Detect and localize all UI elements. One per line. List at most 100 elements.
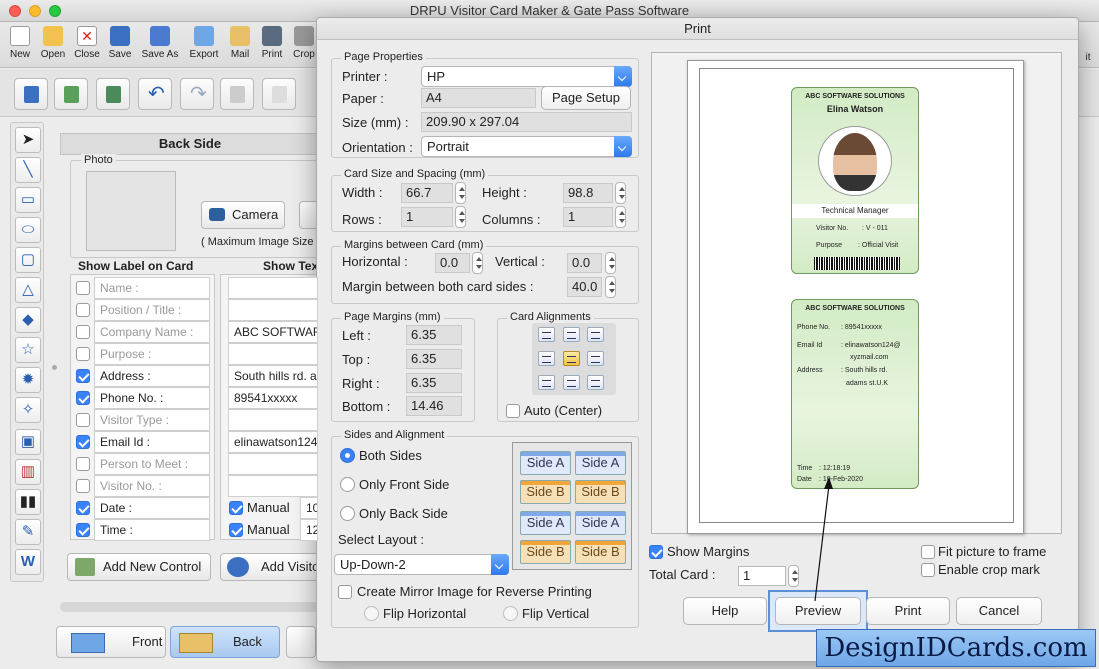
show-label-checkbox[interactable] xyxy=(76,281,90,295)
copy-button[interactable] xyxy=(262,78,296,110)
close-button[interactable]: ✕ Close xyxy=(72,24,102,60)
only-front-radio[interactable] xyxy=(340,477,355,492)
crop-button[interactable]: Crop xyxy=(290,24,318,60)
only-back-radio[interactable] xyxy=(340,506,355,521)
minimize-window-button[interactable] xyxy=(29,5,41,17)
burst-tool[interactable]: ✹ xyxy=(15,367,41,393)
total-card-stepper[interactable] xyxy=(788,565,799,587)
label-text-field[interactable]: Person to Meet : xyxy=(94,453,210,475)
manual-value-field[interactable]: 10 xyxy=(300,497,318,519)
columns-field[interactable]: 1 xyxy=(563,207,613,227)
label-value-field[interactable]: South hills rd. a xyxy=(228,365,318,387)
rectangle-tool[interactable]: ▭ xyxy=(15,187,41,213)
show-label-checkbox[interactable] xyxy=(76,303,90,317)
bottom-margin-field[interactable]: 14.46 xyxy=(406,396,462,416)
show-label-checkbox[interactable] xyxy=(76,479,90,493)
save-button[interactable]: Save xyxy=(106,24,134,60)
label-text-field[interactable]: Company Name : xyxy=(94,321,210,343)
show-label-checkbox[interactable] xyxy=(76,457,90,471)
label-text-field[interactable]: Name : xyxy=(94,277,210,299)
manual-value-field[interactable]: 12 xyxy=(300,519,318,541)
undo-button[interactable]: ↶ xyxy=(138,78,172,110)
library-tool[interactable]: ▥ xyxy=(15,459,41,485)
label-text-field[interactable]: Visitor No. : xyxy=(94,475,210,497)
label-text-field[interactable]: Phone No. : xyxy=(94,387,210,409)
align-middle-left-icon[interactable] xyxy=(538,351,555,366)
rows-stepper[interactable] xyxy=(455,206,466,228)
close-window-button[interactable] xyxy=(9,5,21,17)
width-field[interactable]: 66.7 xyxy=(401,183,453,203)
columns-stepper[interactable] xyxy=(615,206,626,228)
import-tool-button[interactable] xyxy=(96,78,130,110)
label-text-field[interactable]: Time : xyxy=(94,519,210,541)
signature-tool[interactable]: ✎ xyxy=(15,519,41,545)
show-label-checkbox[interactable] xyxy=(76,501,90,515)
star4-tool[interactable]: ✧ xyxy=(15,397,41,423)
mail-button[interactable]: Mail xyxy=(226,24,254,60)
properties-tool-button[interactable] xyxy=(14,78,48,110)
flip-vertical-radio[interactable] xyxy=(503,606,518,621)
horizontal-scrollbar[interactable] xyxy=(60,602,320,612)
horizontal-field[interactable]: 0.0 xyxy=(435,253,470,273)
save-as-button[interactable]: Save As xyxy=(138,24,182,60)
image-tool-button[interactable] xyxy=(54,78,88,110)
star-tool[interactable]: ☆ xyxy=(15,337,41,363)
label-value-field[interactable] xyxy=(228,299,318,321)
show-label-checkbox[interactable] xyxy=(76,325,90,339)
horizontal-stepper[interactable] xyxy=(472,252,483,274)
align-center-icon[interactable] xyxy=(563,351,580,366)
rounded-rect-tool[interactable]: ▢ xyxy=(15,247,41,273)
label-text-field[interactable]: Visitor Type : xyxy=(94,409,210,431)
both-sides-tab[interactable] xyxy=(286,626,316,658)
align-top-left-icon[interactable] xyxy=(538,327,555,342)
top-margin-field[interactable]: 6.35 xyxy=(406,349,462,369)
ellipse-tool[interactable]: ⬭ xyxy=(15,217,41,243)
left-margin-field[interactable]: 6.35 xyxy=(406,325,462,345)
vertical-field[interactable]: 0.0 xyxy=(567,253,602,273)
picture-tool[interactable]: ▣ xyxy=(15,429,41,455)
print-button[interactable]: Print xyxy=(258,24,286,60)
align-middle-right-icon[interactable] xyxy=(587,351,604,366)
help-button[interactable]: Help xyxy=(683,597,767,625)
show-label-checkbox[interactable] xyxy=(76,435,90,449)
line-tool[interactable]: ╲ xyxy=(15,157,41,183)
align-bottom-left-icon[interactable] xyxy=(538,375,555,390)
cut-button[interactable] xyxy=(220,78,254,110)
barcode-tool[interactable]: ▮▮ xyxy=(15,489,41,515)
width-stepper[interactable] xyxy=(455,182,466,204)
align-top-center-icon[interactable] xyxy=(563,327,580,342)
vertical-stepper[interactable] xyxy=(605,252,616,274)
zoom-window-button[interactable] xyxy=(49,5,61,17)
export-button[interactable]: Export xyxy=(186,24,222,60)
label-value-field[interactable] xyxy=(228,453,318,475)
both-sides-radio[interactable] xyxy=(340,448,355,463)
show-label-checkbox[interactable] xyxy=(76,413,90,427)
layout-select[interactable]: Up-Down-2 xyxy=(334,554,509,575)
add-new-control-button[interactable]: Add New Control xyxy=(67,553,211,581)
margin-both-sides-stepper[interactable] xyxy=(605,276,616,298)
open-button[interactable]: Open xyxy=(38,24,68,60)
printer-select[interactable]: HP xyxy=(421,66,632,87)
show-label-checkbox[interactable] xyxy=(76,369,90,383)
flip-horizontal-radio[interactable] xyxy=(364,606,379,621)
label-text-field[interactable]: Address : xyxy=(94,365,210,387)
right-margin-field[interactable]: 6.35 xyxy=(406,373,462,393)
total-card-field[interactable]: 1 xyxy=(738,566,786,586)
diamond-tool[interactable]: ◆ xyxy=(15,307,41,333)
rows-field[interactable]: 1 xyxy=(401,207,453,227)
show-label-checkbox[interactable] xyxy=(76,391,90,405)
height-stepper[interactable] xyxy=(615,182,626,204)
exit-button[interactable]: it xyxy=(1078,52,1098,63)
label-text-field[interactable]: Position / Title : xyxy=(94,299,210,321)
splitter-dot[interactable] xyxy=(52,365,57,370)
pointer-tool[interactable]: ➤ xyxy=(15,127,41,153)
margin-both-sides-field[interactable]: 40.0 xyxy=(567,277,602,297)
fit-picture-checkbox[interactable] xyxy=(921,545,935,559)
redo-button[interactable]: ↷ xyxy=(180,78,214,110)
back-tab[interactable]: Back xyxy=(170,626,280,658)
label-value-field[interactable] xyxy=(228,409,318,431)
enable-crop-mark-checkbox[interactable] xyxy=(921,563,935,577)
photo-placeholder[interactable] xyxy=(86,171,176,251)
add-visitor-button[interactable]: Add Visito xyxy=(220,553,320,581)
label-value-field[interactable] xyxy=(228,277,318,299)
